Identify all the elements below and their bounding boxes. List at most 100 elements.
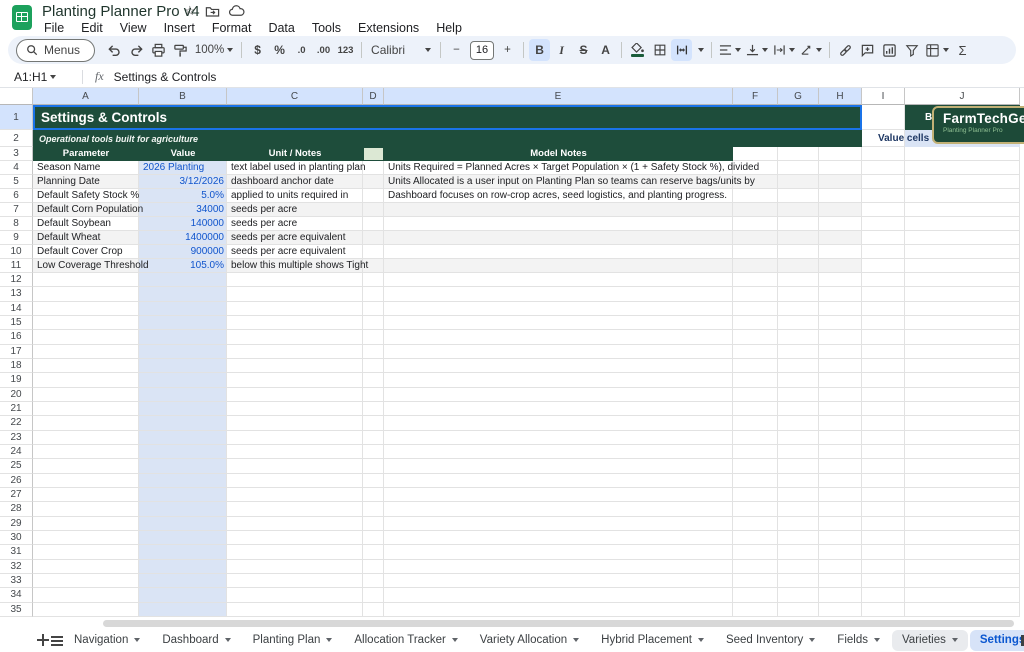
cell-E21[interactable] [384,402,733,416]
cell-G30[interactable] [778,531,819,545]
cell-J25[interactable] [905,459,1020,473]
cell-D18[interactable] [363,359,384,373]
cell-G15[interactable] [778,316,819,330]
cell-E17[interactable] [384,345,733,359]
cell-parameter[interactable]: Default Corn Population [37,203,143,217]
decrease-font-size-button[interactable]: − [446,39,467,61]
cell-H16[interactable] [819,330,862,344]
cell-C17[interactable] [227,345,363,359]
cell-A16[interactable] [33,330,139,344]
cloud-status-icon[interactable] [229,5,245,17]
strikethrough-button[interactable]: S [573,39,594,61]
cell-B17[interactable] [139,345,227,359]
cell-B35[interactable] [139,603,227,617]
cell-parameter[interactable]: Default Wheat [37,231,100,245]
cell-I31[interactable] [862,545,905,559]
text-wrap-button[interactable] [771,39,797,61]
row-header-18[interactable]: 18 [0,359,33,373]
cell-H3[interactable] [819,147,862,161]
cell-B23[interactable] [139,431,227,445]
cell-E33[interactable] [384,574,733,588]
column-header-E[interactable]: E [384,88,733,105]
cell-G33[interactable] [778,574,819,588]
column-header-A[interactable]: A [33,88,139,105]
tab-dropdown-icon[interactable] [698,638,704,642]
cell-C14[interactable] [227,302,363,316]
row-header-16[interactable]: 16 [0,330,33,344]
cell-J12[interactable] [905,273,1020,287]
cell-J32[interactable] [905,560,1020,574]
horizontal-align-button[interactable] [717,39,743,61]
cell-D27[interactable] [363,488,384,502]
row-header-1[interactable]: 1 [0,105,33,130]
cell-A30[interactable] [33,531,139,545]
cell-J33[interactable] [905,574,1020,588]
cell-value[interactable]: 5.0% [139,189,224,203]
insert-chart-button[interactable] [879,39,900,61]
menu-format[interactable]: Format [207,20,257,36]
cell-I20[interactable] [862,388,905,402]
cell-C30[interactable] [227,531,363,545]
cell-unit[interactable]: dashboard anchor date [231,175,334,189]
cell-J31[interactable] [905,545,1020,559]
cell-D29[interactable] [363,517,384,531]
font-size-input[interactable]: 16 [470,41,494,60]
cell-I35[interactable] [862,603,905,617]
cell-B33[interactable] [139,574,227,588]
cell-C27[interactable] [227,488,363,502]
cell-parameter[interactable]: Season Name [37,161,100,175]
cell-I12[interactable] [862,273,905,287]
cell-C33[interactable] [227,574,363,588]
cell-C18[interactable] [227,359,363,373]
cell-A28[interactable] [33,502,139,516]
cell-unit[interactable]: below this multiple shows Tight [231,259,368,273]
cell-E20[interactable] [384,388,733,402]
row-header-33[interactable]: 33 [0,574,33,588]
cell-J30[interactable] [905,531,1020,545]
star-icon[interactable]: ☆ [184,3,196,19]
column-header-J[interactable]: J [905,88,1020,105]
cell-I18[interactable] [862,359,905,373]
move-folder-icon[interactable] [205,5,220,18]
cell-F21[interactable] [733,402,778,416]
menu-view[interactable]: View [115,20,152,36]
cell-B12[interactable] [139,273,227,287]
cell-F35[interactable] [733,603,778,617]
borders-button[interactable] [649,39,670,61]
cell-A23[interactable] [33,431,139,445]
merge-cells-dropdown[interactable] [693,39,706,61]
cell-J14[interactable] [905,302,1020,316]
grid-corner[interactable] [0,88,33,105]
cell-H18[interactable] [819,359,862,373]
cell-note[interactable]: Dashboard focuses on row-crop acres, see… [388,189,727,203]
cell-H35[interactable] [819,603,862,617]
cell-F13[interactable] [733,287,778,301]
menu-help[interactable]: Help [431,20,467,36]
cell-E25[interactable] [384,459,733,473]
cell-B18[interactable] [139,359,227,373]
row-header-23[interactable]: 23 [0,431,33,445]
cell-B29[interactable] [139,517,227,531]
sheet-tab-navigation[interactable]: Navigation [64,630,150,651]
insert-comment-button[interactable] [857,39,878,61]
cell-I22[interactable] [862,416,905,430]
cell-B24[interactable] [139,445,227,459]
cell-A25[interactable] [33,459,139,473]
cell-B22[interactable] [139,416,227,430]
menu-file[interactable]: File [39,20,69,36]
cell-E32[interactable] [384,560,733,574]
cell-value[interactable]: 105.0% [139,259,224,273]
cell-parameter[interactable]: Planning Date [37,175,100,189]
cell-A13[interactable] [33,287,139,301]
cell-E26[interactable] [384,474,733,488]
cell-H21[interactable] [819,402,862,416]
cell-G25[interactable] [778,459,819,473]
cell-A14[interactable] [33,302,139,316]
cell-F20[interactable] [733,388,778,402]
cell-A32[interactable] [33,560,139,574]
cell-I16[interactable] [862,330,905,344]
cell-D13[interactable] [363,287,384,301]
cell-E15[interactable] [384,316,733,330]
row-header-30[interactable]: 30 [0,531,33,545]
cell-J23[interactable] [905,431,1020,445]
